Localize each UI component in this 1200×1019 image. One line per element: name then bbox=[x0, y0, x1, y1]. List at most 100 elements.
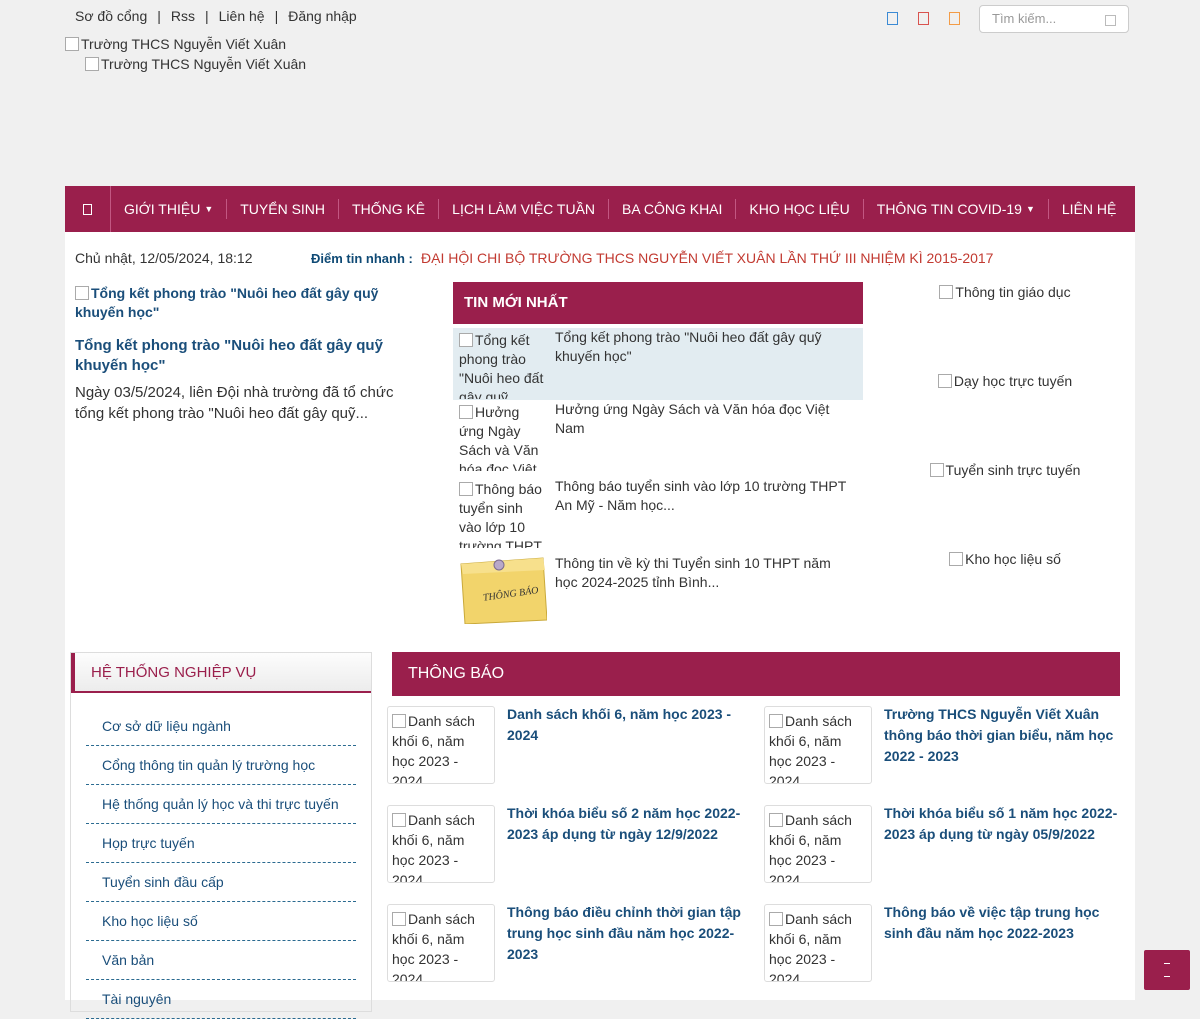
featured-title[interactable]: Tổng kết phong trào "Nuôi heo đất gây qu… bbox=[75, 336, 425, 376]
nav-item-ba-cong-khai[interactable]: BA CÔNG KHAI bbox=[609, 199, 737, 219]
nav-item-label: THỐNG KÊ bbox=[352, 201, 426, 217]
announcement-thumbnail[interactable]: Danh sách khối 6, năm học 2023 - 2024 bbox=[387, 706, 495, 784]
banner-link[interactable]: Tuyển sinh trực tuyến bbox=[885, 460, 1125, 549]
broken-image-icon bbox=[459, 482, 473, 496]
nav-item-label: BA CÔNG KHAI bbox=[622, 201, 723, 217]
banner-alt: Kho học liệu số bbox=[965, 551, 1061, 567]
broken-image-icon bbox=[459, 333, 473, 347]
logo-image[interactable]: Trường THCS Nguyễn Viết Xuân bbox=[65, 36, 286, 52]
broken-image-icon bbox=[392, 714, 406, 728]
news-ticker-text[interactable]: ĐẠI HỘI CHI BỘ TRƯỜNG THCS NGUYỄN VIẾT X… bbox=[421, 250, 993, 266]
banner-alt-text: Trường THCS Nguyễn Viết Xuân bbox=[101, 56, 307, 72]
list-item[interactable]: Họp trực tuyến bbox=[86, 824, 356, 863]
social-links bbox=[887, 12, 960, 25]
announcement-title[interactable]: Danh sách khối 6, năm học 2023 - 2024 bbox=[507, 704, 743, 746]
list-item[interactable]: Hệ thống quản lý học và thi trực tuyến bbox=[86, 785, 356, 824]
announcement-item[interactable]: Danh sách khối 6, năm học 2023 - 2024 Tr… bbox=[764, 706, 1124, 798]
login-link[interactable]: Đăng nhập bbox=[288, 8, 357, 24]
announcement-thumbnail[interactable]: Danh sách khối 6, năm học 2023 - 2024 bbox=[387, 805, 495, 883]
chevron-down-icon: ▼ bbox=[1025, 204, 1035, 214]
announcement-item[interactable]: Danh sách khối 6, năm học 2023 - 2024 Th… bbox=[764, 904, 1124, 996]
nav-item-gioi-thieu[interactable]: GIỚI THIỆU ▼ bbox=[111, 199, 228, 219]
broken-image-icon bbox=[929, 463, 944, 477]
list-item[interactable]: Tổng kết phong trào "Nuôi heo đất gây qu… bbox=[453, 328, 863, 400]
announcement-thumbnail[interactable]: Danh sách khối 6, năm học 2023 - 2024 bbox=[764, 706, 872, 784]
business-systems-panel: HỆ THỐNG NGHIỆP VỤ Cơ sở dữ liệu ngành C… bbox=[70, 652, 372, 1019]
systems-list: Cơ sở dữ liệu ngành Cổng thông tin quản … bbox=[86, 707, 356, 1019]
news-title[interactable]: Thông tin về kỳ thi Tuyển sinh 10 THPT n… bbox=[555, 554, 855, 592]
list-item[interactable]: Văn bản bbox=[86, 941, 356, 980]
separator: | bbox=[205, 8, 209, 24]
broken-image-icon bbox=[937, 374, 952, 388]
current-date: Chủ nhật, 12/05/2024, 18:12 bbox=[75, 250, 253, 266]
banner-link[interactable]: Thông tin giáo dục bbox=[885, 282, 1125, 371]
search-icon[interactable] bbox=[1105, 15, 1116, 26]
announcement-title[interactable]: Thông báo về việc tập trung học sinh đầu… bbox=[884, 902, 1120, 944]
home-button[interactable] bbox=[65, 186, 111, 232]
news-thumbnail[interactable]: Hưởng ứng Ngày Sách và Văn hóa đọc Việt … bbox=[459, 403, 547, 471]
broken-image-icon bbox=[769, 912, 783, 926]
announcement-thumbnail[interactable]: Danh sách khối 6, năm học 2023 - 2024 bbox=[764, 904, 872, 982]
news-thumbnail[interactable]: Thông báo tuyển sinh vào lớp 10 trường T… bbox=[459, 480, 547, 548]
broken-image-icon bbox=[75, 286, 89, 300]
announcement-item[interactable]: Danh sách khối 6, năm học 2023 - 2024 Da… bbox=[387, 706, 747, 798]
featured-image[interactable]: Tổng kết phong trào "Nuôi heo đất gây qu… bbox=[75, 284, 425, 322]
facebook-icon[interactable] bbox=[887, 12, 898, 25]
contact-link[interactable]: Liên hệ bbox=[219, 8, 265, 24]
home-icon bbox=[83, 203, 92, 215]
list-item[interactable]: Hưởng ứng Ngày Sách và Văn hóa đọc Việt … bbox=[453, 400, 863, 477]
google-plus-icon[interactable] bbox=[918, 12, 929, 25]
announcement-title[interactable]: Thời khóa biểu số 1 năm học 2022-2023 áp… bbox=[884, 803, 1120, 845]
nav-item-kho-hoc-lieu[interactable]: KHO HỌC LIỆU bbox=[736, 199, 864, 219]
separator: | bbox=[157, 8, 161, 24]
menu-icon bbox=[1164, 963, 1170, 977]
banner-link[interactable]: Dạy học trực tuyến bbox=[885, 371, 1125, 460]
announcement-title[interactable]: Trường THCS Nguyễn Viết Xuân thông báo t… bbox=[884, 704, 1120, 767]
nav-item-tuyen-sinh[interactable]: TUYỂN SINH bbox=[227, 199, 340, 219]
announcement-item[interactable]: Danh sách khối 6, năm học 2023 - 2024 Th… bbox=[387, 904, 747, 996]
list-item[interactable]: Cơ sở dữ liệu ngành bbox=[86, 707, 356, 746]
search-input[interactable] bbox=[990, 10, 1104, 27]
list-item[interactable]: Thông báo tuyển sinh vào lớp 10 trường T… bbox=[453, 477, 863, 554]
announcement-title[interactable]: Thời khóa biểu số 2 năm học 2022-2023 áp… bbox=[507, 803, 743, 845]
announcement-thumbnail[interactable]: Danh sách khối 6, năm học 2023 - 2024 bbox=[387, 904, 495, 982]
broken-image-icon bbox=[769, 813, 783, 827]
nav-item-covid[interactable]: THÔNG TIN COVID-19 ▼ bbox=[864, 199, 1049, 219]
main-content: Chủ nhật, 12/05/2024, 18:12 Điểm tin nha… bbox=[65, 232, 1135, 1019]
menu-toggle-button[interactable] bbox=[1144, 950, 1190, 990]
rss-link[interactable]: Rss bbox=[171, 8, 195, 24]
banner-alt: Dạy học trực tuyến bbox=[953, 373, 1073, 389]
broken-image-icon bbox=[65, 37, 79, 51]
nav-item-label: TUYỂN SINH bbox=[240, 201, 326, 217]
list-item[interactable]: Cổng thông tin quản lý trường học bbox=[86, 746, 356, 785]
latest-news: TIN MỚI NHẤT Tổng kết phong trào "Nuôi h… bbox=[453, 282, 863, 631]
sitemap-link[interactable]: Sơ đồ cổng bbox=[75, 8, 147, 24]
banner-link[interactable]: Kho học liệu số bbox=[885, 549, 1125, 638]
news-thumbnail[interactable]: Tổng kết phong trào "Nuôi heo đất gây qu… bbox=[459, 331, 547, 399]
news-title[interactable]: Hưởng ứng Ngày Sách và Văn hóa đọc Việt … bbox=[555, 400, 855, 438]
announcement-item[interactable]: Danh sách khối 6, năm học 2023 - 2024 Th… bbox=[387, 805, 747, 897]
nav-item-lien-he[interactable]: LIÊN HỆ bbox=[1049, 199, 1129, 219]
news-title[interactable]: Thông báo tuyển sinh vào lớp 10 trường T… bbox=[555, 477, 855, 515]
news-title[interactable]: Tổng kết phong trào "Nuôi heo đất gây qu… bbox=[555, 328, 855, 366]
announcement-thumbnail[interactable]: Danh sách khối 6, năm học 2023 - 2024 bbox=[764, 805, 872, 883]
announcement-title[interactable]: Thông báo điều chỉnh thời gian tập trung… bbox=[507, 902, 743, 965]
search-box bbox=[979, 5, 1129, 33]
nav-item-label: KHO HỌC LIỆU bbox=[749, 201, 850, 217]
announcement-item[interactable]: Danh sách khối 6, năm học 2023 - 2024 Th… bbox=[764, 805, 1124, 897]
featured-image-alt: Tổng kết phong trào "Nuôi heo đất gây qu… bbox=[75, 285, 379, 320]
notice-notepad-image[interactable]: THÔNG BÁO bbox=[459, 556, 547, 624]
quick-banners: Thông tin giáo dục Dạy học trực tuyến Tu… bbox=[885, 282, 1125, 638]
list-item[interactable]: Tuyển sinh đầu cấp bbox=[86, 863, 356, 902]
nav-item-thong-ke[interactable]: THỐNG KÊ bbox=[339, 199, 440, 219]
nav-item-lich-lam-viec[interactable]: LỊCH LÀM VIỆC TUẦN bbox=[439, 199, 610, 219]
nav-item-label: LIÊN HỆ bbox=[1061, 201, 1117, 217]
list-item[interactable]: Kho học liệu số bbox=[86, 902, 356, 941]
broken-image-icon bbox=[392, 813, 406, 827]
chevron-down-icon: ▼ bbox=[204, 204, 214, 214]
top-bar: Sơ đồ cổng | Rss | Liên hệ | Đăng nhập bbox=[65, 0, 1135, 34]
rss-icon[interactable] bbox=[949, 12, 960, 25]
main-nav: GIỚI THIỆU ▼ TUYỂN SINH THỐNG KÊ LỊCH LÀM… bbox=[65, 186, 1135, 232]
banner-alt: Tuyển sinh trực tuyến bbox=[945, 462, 1081, 478]
list-item[interactable]: THÔNG BÁO Thông tin về kỳ thi Tuyển sinh… bbox=[453, 554, 863, 631]
